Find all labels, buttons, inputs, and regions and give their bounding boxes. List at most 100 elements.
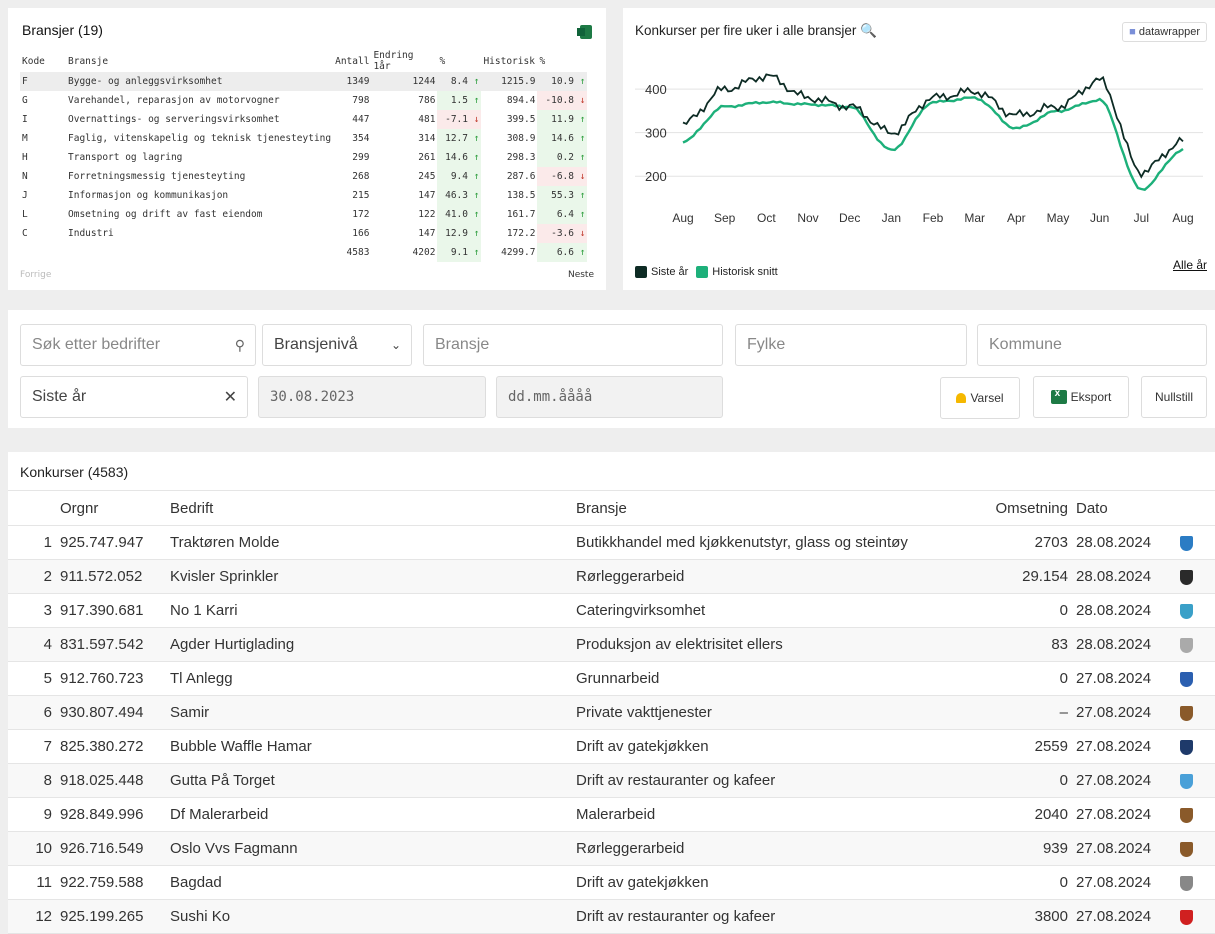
- table-row[interactable]: 12 925.199.265 Sushi Ko Drift av restaurant…: [8, 899, 1215, 934]
- level-select[interactable]: Bransjenivå ⌄: [262, 324, 412, 366]
- datawrapper-badge[interactable]: ■ datawrapper: [1122, 22, 1207, 42]
- bransje-input[interactable]: Bransje: [423, 324, 723, 366]
- row-bedrift[interactable]: Df Malerarbeid: [166, 797, 572, 832]
- col-kode[interactable]: Kode: [20, 50, 66, 72]
- from-date-value: 30.08.2023: [270, 389, 355, 405]
- bransje-kode: L: [22, 209, 28, 220]
- magnifier-icon[interactable]: 🔍: [860, 23, 877, 38]
- fylke-placeholder: Fylke: [747, 336, 786, 353]
- col-bransje[interactable]: Bransje: [66, 50, 333, 72]
- col-bedrift[interactable]: Bedrift: [166, 490, 572, 526]
- row-bedrift[interactable]: Sushi Ko: [166, 899, 572, 934]
- bransje-row[interactable]: H Transport og lagring 299 261 14.6 ↑ 298.3 0.…: [20, 148, 588, 167]
- col-pct2[interactable]: %: [537, 50, 587, 72]
- bransje-row[interactable]: I Overnattings- og serveringsvirksomhet 44…: [20, 110, 588, 129]
- to-date-field[interactable]: dd.mm.åååå: [496, 376, 723, 418]
- x-tick-label: Apr: [1007, 211, 1026, 225]
- konkurser-panel: Konkurser (4583) Orgnr Bedrift Bransje O…: [8, 452, 1215, 934]
- reset-label: Nullstill: [1154, 390, 1193, 404]
- table-row[interactable]: 7 825.380.272 Bubble Waffle Hamar Drift av …: [8, 729, 1215, 764]
- total-antall: 4583: [346, 247, 370, 258]
- row-omsetning: 0: [970, 661, 1072, 696]
- table-row[interactable]: 11 922.759.588 Bagdad Drift av gatekjøkken 0…: [8, 865, 1215, 900]
- bransje-pct2: -10.8 ↓: [537, 91, 588, 110]
- arrow-up-icon: ↑: [467, 209, 480, 220]
- bransje-row[interactable]: C Industri 166 147 12.9 ↑ 172.2 -3.6 ↓: [20, 224, 588, 243]
- arrow-up-icon: ↑: [467, 152, 480, 163]
- row-bedrift[interactable]: Kvisler Sprinkler: [166, 559, 572, 594]
- table-row[interactable]: 6 930.807.494 Samir Private vakttjenester –2…: [8, 695, 1215, 730]
- table-row[interactable]: 2 911.572.052 Kvisler Sprinkler Rørleggerar…: [8, 559, 1215, 594]
- legend-label-historisk: Historisk snitt: [712, 266, 778, 278]
- table-row[interactable]: 10 926.716.549 Oslo Vvs Fagmann Rørleggerar…: [8, 831, 1215, 866]
- col-omsetning[interactable]: Omsetning: [970, 490, 1072, 526]
- row-omsetning: 3800: [970, 899, 1072, 934]
- row-orgnr: 918.025.448: [56, 763, 166, 798]
- bransje-kode: H: [22, 152, 28, 163]
- bransje-row[interactable]: F Bygge- og anleggsvirksomhet 1349 1244 8.4 …: [20, 72, 588, 91]
- row-bedrift[interactable]: Samir: [166, 695, 572, 730]
- row-bedrift[interactable]: No 1 Karri: [166, 593, 572, 628]
- kommune-input[interactable]: Kommune: [977, 324, 1207, 366]
- bransje-row[interactable]: N Forretningsmessig tjenesteyting 268 245 9.…: [20, 167, 588, 186]
- x-tick-label: Jan: [882, 211, 901, 225]
- col-orgnr[interactable]: Orgnr: [56, 490, 166, 526]
- col-dato[interactable]: Dato: [1072, 490, 1176, 526]
- varsel-button[interactable]: Varsel: [940, 377, 1020, 419]
- varsel-label: Varsel: [970, 391, 1004, 405]
- row-bedrift[interactable]: Bagdad: [166, 865, 572, 900]
- kommune-crest-icon: [1180, 773, 1193, 789]
- from-date-field[interactable]: 30.08.2023: [258, 376, 486, 418]
- bransje-row[interactable]: L Omsetning og drift av fast eiendom 172 12…: [20, 205, 588, 224]
- reset-button[interactable]: Nullstill: [1141, 376, 1207, 418]
- row-bedrift[interactable]: Agder Hurtiglading: [166, 627, 572, 662]
- excel-icon[interactable]: [577, 25, 592, 39]
- all-years-link[interactable]: Alle år: [1173, 258, 1207, 272]
- bransje-kode: C: [22, 228, 28, 239]
- arrow-down-icon: ↓: [573, 228, 586, 239]
- table-row[interactable]: 3 917.390.681 No 1 Karri Cateringvirksomhet…: [8, 593, 1215, 628]
- bransje-kode: M: [22, 133, 28, 144]
- search-input[interactable]: Søk etter bedrifter ⚲: [20, 324, 256, 366]
- bransje-name: Industri: [68, 228, 114, 239]
- bransje-kode: J: [22, 190, 28, 201]
- close-icon[interactable]: ✕: [224, 387, 237, 407]
- col-pct1[interactable]: %: [437, 50, 481, 72]
- row-bedrift[interactable]: Tl Anlegg: [166, 661, 572, 696]
- row-bedrift[interactable]: Traktøren Molde: [166, 525, 572, 560]
- bransje-endring: 147: [418, 228, 436, 239]
- eksport-button[interactable]: Eksport: [1033, 376, 1129, 418]
- bransje-row[interactable]: G Varehandel, reparasjon av motorvogner 79…: [20, 91, 588, 110]
- row-bedrift[interactable]: Oslo Vvs Fagmann: [166, 831, 572, 866]
- bransje-row[interactable]: J Informasjon og kommunikasjon 215 147 46.3 …: [20, 186, 588, 205]
- row-dato: 27.08.2024: [1072, 899, 1176, 934]
- row-bedrift[interactable]: Bubble Waffle Hamar: [166, 729, 572, 764]
- arrow-down-icon: ↓: [467, 114, 480, 125]
- table-row[interactable]: 4 831.597.542 Agder Hurtiglading Produksjon…: [8, 627, 1215, 662]
- crest-cell: [1176, 865, 1215, 900]
- bransje-name: Transport og lagring: [68, 152, 183, 163]
- col-historisk[interactable]: Historisk: [481, 50, 537, 72]
- period-select[interactable]: Siste år ✕: [20, 376, 248, 418]
- series-line-siste: [682, 73, 1184, 179]
- bransje-row[interactable]: M Faglig, vitenskapelig og teknisk tjenes…: [20, 129, 588, 148]
- table-row[interactable]: 8 918.025.448 Gutta På Torget Drift av rest…: [8, 763, 1215, 798]
- bransje-historisk: 399.5: [506, 114, 536, 125]
- row-bransje: Drift av gatekjøkken: [572, 729, 970, 764]
- prev-link[interactable]: Forrige: [20, 270, 51, 280]
- next-link[interactable]: Neste: [568, 270, 594, 280]
- crest-cell: [1176, 899, 1215, 934]
- col-endring[interactable]: Endring 1år: [371, 50, 437, 72]
- bransje-pct1: 8.4 ↑: [437, 72, 482, 91]
- row-orgnr: 917.390.681: [56, 593, 166, 628]
- row-index: 2: [8, 559, 56, 594]
- table-row[interactable]: 9 928.849.996 Df Malerarbeid Malerarbeid 204…: [8, 797, 1215, 832]
- col-bransje[interactable]: Bransje: [572, 490, 970, 526]
- table-row[interactable]: 5 912.760.723 Tl Anlegg Grunnarbeid 0 27.08.2…: [8, 661, 1215, 696]
- arrow-up-icon: ↑: [573, 114, 586, 125]
- col-antall[interactable]: Antall: [333, 50, 371, 72]
- row-orgnr: 912.760.723: [56, 661, 166, 696]
- fylke-input[interactable]: Fylke: [735, 324, 967, 366]
- row-bedrift[interactable]: Gutta På Torget: [166, 763, 572, 798]
- table-row[interactable]: 1 925.747.947 Traktøren Molde Butikkhandel …: [8, 525, 1215, 560]
